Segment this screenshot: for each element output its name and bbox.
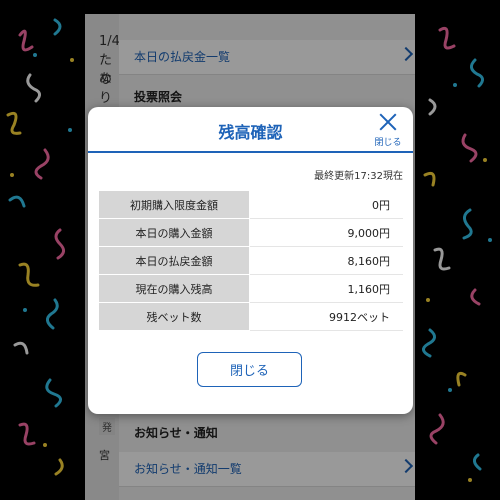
row-label: 初期購入限度金額 [98, 190, 250, 219]
modal-title: 残高確認 [218, 123, 283, 142]
last-updated-text: 最終更新17:32現在 [314, 171, 403, 182]
confetti-dot [10, 173, 14, 177]
confetti-dot [43, 443, 47, 447]
table-row: 本日の購入金額 9,000円 [98, 218, 403, 247]
confetti-streamer [18, 262, 40, 287]
confetti-streamer [462, 208, 473, 240]
confetti-dot [488, 238, 492, 242]
confetti-streamer [46, 298, 59, 330]
confetti-dot [70, 58, 74, 62]
table-row: 初期購入限度金額 0円 [98, 190, 403, 219]
balance-modal: 残高確認 閉じる 最終更新17:32現在 初期購入限度金額 0円 本日の購入金額… [88, 107, 413, 414]
confetti-streamer [456, 371, 467, 387]
confetti-streamer [54, 228, 65, 260]
row-value: 9,000円 [249, 218, 403, 247]
row-label: 現在の購入残高 [98, 274, 250, 303]
row-value: 9912ベット [249, 302, 403, 331]
balance-table: 初期購入限度金額 0円 本日の購入金額 9,000円 本日の払戻金額 8,160… [98, 190, 403, 331]
confetti-streamer [423, 171, 436, 187]
payout-list-link[interactable]: 本日の払戻金一覧 [119, 40, 415, 74]
left-text-line: 1/4 [99, 34, 120, 49]
payout-list-row[interactable]: 本日の払戻金一覧 [119, 40, 415, 75]
table-row: 本日の払戻金額 8,160円 [98, 246, 403, 275]
row-value: 0円 [249, 190, 403, 219]
row-label: 本日の払戻金額 [98, 246, 250, 275]
close-x-button[interactable]: 閉じる [373, 113, 403, 149]
confetti-streamer [45, 378, 62, 408]
left-text-line: なり [99, 72, 113, 106]
row-value: 8,160円 [249, 246, 403, 275]
notice-list-link[interactable]: お知らせ・通知一覧 [119, 452, 415, 486]
notice-list-row[interactable]: お知らせ・通知一覧 [119, 452, 415, 487]
confetti-streamer [6, 111, 22, 135]
confetti-streamer [470, 288, 481, 306]
confetti-streamer [13, 341, 29, 355]
confetti-dot [426, 298, 430, 302]
vote-inquiry-heading: 投票照会 [134, 90, 183, 104]
row-label: 残ベット数 [98, 302, 250, 331]
confetti-streamer [433, 247, 451, 271]
confetti-streamer [54, 458, 64, 476]
confetti-streamer [18, 29, 34, 52]
confetti-streamer [473, 453, 482, 471]
confetti-dot [448, 388, 452, 392]
confetti-dot [483, 158, 487, 162]
notice-heading: お知らせ・通知 [134, 426, 218, 440]
confetti-streamer [422, 328, 436, 358]
confetti-streamer [18, 422, 36, 446]
close-button[interactable]: 閉じる [197, 352, 302, 387]
confetti-dot [23, 308, 27, 312]
confetti-streamer [428, 98, 437, 116]
side-text: 宮 [99, 449, 110, 462]
confetti-streamer [34, 148, 50, 180]
row-value: 1,160円 [249, 274, 403, 303]
confetti-streamer [53, 18, 62, 36]
row-label: 本日の購入金額 [98, 218, 250, 247]
table-row: 現在の購入残高 1,160円 [98, 274, 403, 303]
confetti-dot [453, 83, 457, 87]
title-divider [88, 151, 413, 153]
confetti-streamer [461, 133, 478, 163]
confetti-streamer [470, 58, 484, 88]
confetti-streamer [26, 73, 41, 103]
table-row: 残ベット数 9912ベット [98, 302, 403, 331]
confetti-streamer [429, 413, 445, 445]
side-tag: 発 [99, 418, 115, 435]
confetti-streamer [438, 26, 456, 50]
confetti-dot [468, 478, 472, 482]
confetti-dot [33, 53, 37, 57]
close-x-label: 閉じる [374, 138, 402, 148]
confetti-dot [68, 128, 72, 132]
close-icon [379, 113, 397, 131]
confetti-streamer [8, 195, 26, 208]
